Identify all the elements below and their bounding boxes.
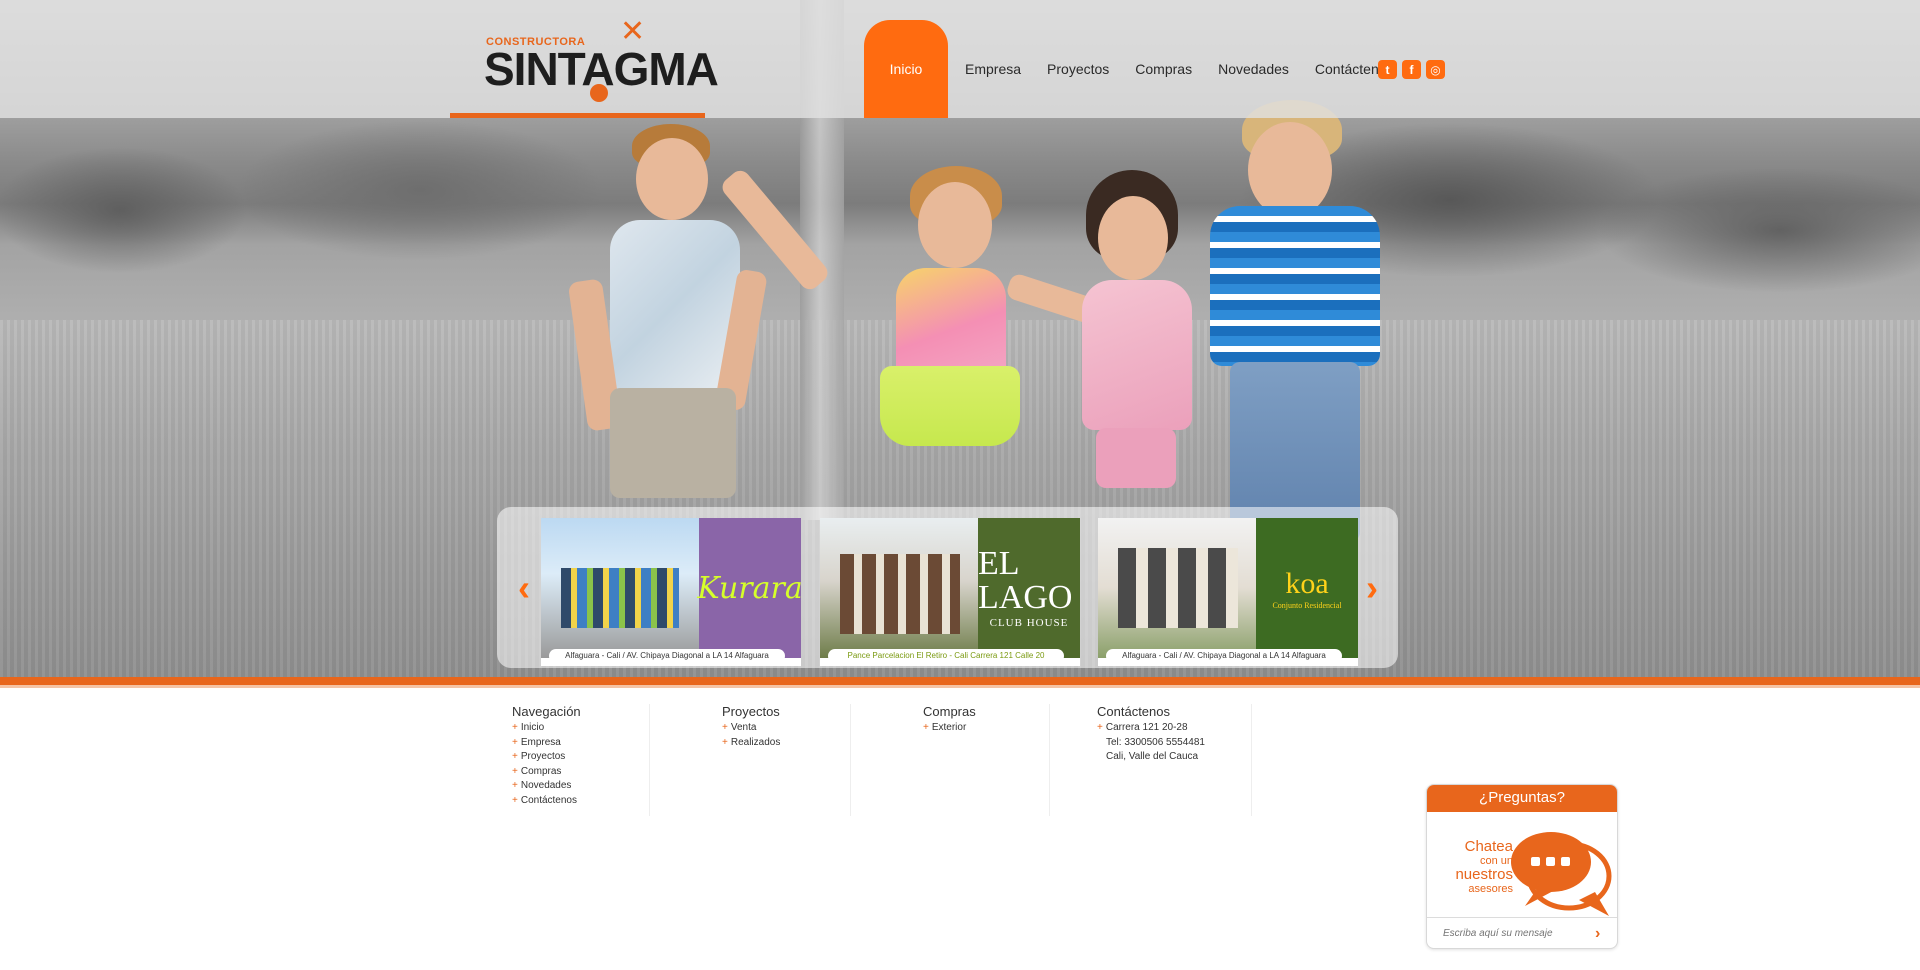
chat-line-1: Chatea: [1464, 838, 1513, 855]
footer-heading: Compras: [923, 704, 976, 719]
send-arrow-icon[interactable]: ›: [1595, 925, 1600, 943]
twitter-icon[interactable]: t: [1378, 60, 1397, 79]
footer-link-contactenos[interactable]: + Contáctenos: [512, 794, 649, 809]
project-photo: [820, 518, 978, 658]
chat-line-4: asesores: [1468, 883, 1513, 895]
chat-title[interactable]: ¿Preguntas?: [1427, 785, 1617, 812]
footer-link-novedades[interactable]: + Novedades: [512, 779, 649, 794]
social-links: t f ◎: [1378, 60, 1445, 79]
project-brand-kurara: Kurara: [697, 518, 801, 658]
footer-link-venta[interactable]: + Venta: [722, 721, 850, 736]
section-divider-shadow: [0, 685, 1920, 688]
footer-proyectos: Proyectos + Venta + Realizados: [722, 704, 851, 816]
footer-link-exterior[interactable]: + Exterior: [923, 721, 1049, 736]
section-divider: [0, 677, 1920, 685]
chat-line-3: nuestros: [1455, 866, 1513, 883]
footer-heading: Navegación: [512, 704, 581, 719]
site-header: CONSTRUCTORA SINTAGMA ✕ Inicio Empresa P…: [0, 0, 1920, 118]
logo-circle-icon: [590, 84, 608, 102]
footer-compras: Compras + Exterior: [923, 704, 1050, 816]
project-photo: [541, 518, 699, 658]
footer-heading: Proyectos: [722, 704, 780, 719]
footer-link-realizados[interactable]: + Realizados: [722, 736, 850, 751]
project-card-koa[interactable]: koa Conjunto Residencial Alfaguara - Cal…: [1098, 518, 1358, 666]
main-nav: Inicio Empresa Proyectos Compras Novedad…: [864, 20, 1407, 118]
project-photo: [1098, 518, 1256, 658]
child-figure: [540, 120, 800, 520]
project-brand-koa: koa Conjunto Residencial: [1256, 518, 1358, 658]
project-caption: Alfaguara - Cali / AV. Chipaya Diagonal …: [549, 649, 785, 663]
footer-contactenos: Contáctenos + Carrera 121 20-28 Tel: 3300…: [1097, 704, 1252, 816]
footer-navegacion: Navegación + Inicio + Empresa + Proyectos +…: [512, 704, 650, 816]
footer-link-inicio[interactable]: + Inicio: [512, 721, 649, 736]
footer-address: + Carrera 121 20-28: [1097, 722, 1188, 733]
chat-bubble-icon: [1511, 832, 1612, 916]
child-figure: [1180, 100, 1440, 560]
nav-item-inicio[interactable]: Inicio: [864, 20, 948, 118]
carousel-next-arrow-icon[interactable]: ›: [1357, 567, 1387, 609]
logo-mark-icon: ✕: [620, 15, 646, 48]
footer-link-proyectos[interactable]: + Proyectos: [512, 750, 649, 765]
project-card-el-lago[interactable]: EL LAGO CLUB HOUSE Pance Parcelacion El …: [820, 518, 1080, 666]
nav-item-empresa[interactable]: Empresa: [952, 20, 1034, 118]
chat-promo[interactable]: Chatea con un nuestros asesores: [1427, 812, 1617, 922]
footer-link-empresa[interactable]: + Empresa: [512, 736, 649, 751]
chat-message-input[interactable]: [1443, 928, 1591, 939]
nav-item-compras[interactable]: Compras: [1122, 20, 1205, 118]
child-figure: [718, 140, 1128, 520]
footer-link-compras[interactable]: + Compras: [512, 765, 649, 780]
chat-widget: ¿Preguntas? Chatea con un nuestros aseso…: [1426, 784, 1618, 949]
facebook-icon[interactable]: f: [1402, 60, 1421, 79]
carousel-prev-arrow-icon[interactable]: ‹: [509, 567, 539, 609]
brand-subtitle: Conjunto Residencial: [1272, 600, 1342, 610]
footer-phone: Tel: 3300506 5554481: [1106, 736, 1205, 748]
nav-item-proyectos[interactable]: Proyectos: [1034, 20, 1122, 118]
nav-item-novedades[interactable]: Novedades: [1205, 20, 1302, 118]
projects-carousel: ‹ Kurara Alfaguara - Cali / AV. Chipaya …: [497, 507, 1398, 668]
footer-city: Cali, Valle del Cauca: [1106, 751, 1199, 762]
project-caption: Alfaguara - Cali / AV. Chipaya Diagonal …: [1106, 649, 1342, 663]
brand-title: EL LAGO: [978, 545, 1073, 616]
brand-title: koa: [1285, 566, 1329, 600]
footer-heading: Contáctenos: [1097, 704, 1170, 719]
project-brand-el-lago: EL LAGO CLUB HOUSE: [978, 518, 1080, 658]
project-card-kurara[interactable]: Kurara Alfaguara - Cali / AV. Chipaya Di…: [541, 518, 801, 666]
brand-subtitle: CLUB HOUSE: [989, 617, 1069, 629]
instagram-icon[interactable]: ◎: [1426, 60, 1445, 79]
project-caption: Pance Parcelacion El Retiro - Cali Carre…: [828, 649, 1064, 663]
chat-promo-text: Chatea con un nuestros asesores: [1437, 838, 1513, 896]
logo-underline: [450, 113, 705, 118]
chat-input-row: ›: [1427, 917, 1617, 948]
company-logo[interactable]: CONSTRUCTORA SINTAGMA ✕: [480, 15, 719, 102]
